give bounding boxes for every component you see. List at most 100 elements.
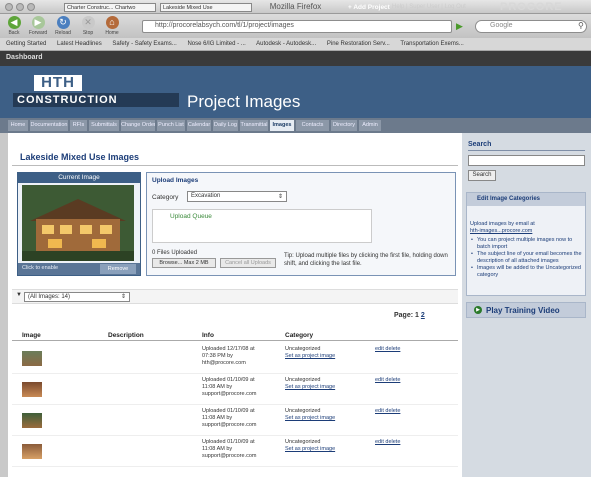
category-value: Uncategorized (285, 439, 321, 445)
divider (468, 150, 585, 151)
help-bullet: The subject line of your email becomes t… (470, 251, 582, 265)
upload-email-link[interactable]: hth-images...procore.com (470, 228, 582, 235)
reload-icon: ↻ (56, 16, 70, 29)
row-actions[interactable]: edit delete (375, 408, 400, 414)
current-image-caption[interactable]: Click to enable (22, 265, 58, 271)
reload-button[interactable]: ↻ Reload (52, 16, 74, 36)
home-icon: ⌂ (105, 16, 119, 29)
upload-tip: Tip: Upload multiple files by clicking t… (284, 253, 448, 267)
sidebar-search-input[interactable] (468, 155, 585, 166)
set-project-image-link[interactable]: Set as project image (285, 384, 365, 391)
info-line: support@procore.com (202, 422, 257, 428)
row-actions[interactable]: edit delete (375, 346, 400, 352)
table-header (12, 330, 458, 341)
image-category: Uncategorized Set as project image (285, 439, 365, 453)
search-button[interactable]: Search (468, 170, 496, 181)
tab-submittals[interactable]: Submittals (89, 120, 119, 131)
row-actions[interactable]: edit delete (375, 439, 400, 445)
forward-button[interactable]: ▶ Forward (27, 16, 49, 36)
info-line: Uploaded 01/10/09 at (202, 377, 255, 383)
image-category: Uncategorized Set as project image (285, 377, 365, 391)
info-line: 07:38 PM by (202, 353, 233, 359)
page-link[interactable]: 2 (421, 312, 425, 319)
upload-title: Upload Images (152, 177, 199, 184)
tab-home[interactable]: Home (8, 120, 28, 131)
image-category: Uncategorized Set as project image (285, 346, 365, 360)
magnifier-icon[interactable]: ⚲ (578, 21, 584, 30)
bookmark-item[interactable]: Safety - Safety Exams... (112, 41, 176, 47)
category-label: Category (152, 194, 179, 201)
divider (12, 165, 458, 166)
column-header: Image (22, 332, 41, 339)
image-info: Uploaded 12/17/08 at 07:38 PM by hth@proco… (202, 346, 284, 367)
edit-categories-link[interactable]: Edit Image Categories (467, 193, 585, 206)
category-select[interactable]: Excavation ⇕ (187, 191, 287, 202)
info-line: Uploaded 01/10/09 at (202, 439, 255, 445)
chevron-down-icon: ⇕ (277, 194, 283, 200)
browse-button[interactable]: Browse... Max 2 MB (152, 258, 216, 268)
image-filter-select[interactable]: (All Images: 14) ⇕ (24, 292, 130, 302)
tab-transmittal[interactable]: Transmittal (240, 120, 268, 131)
go-icon[interactable]: ▶ (456, 21, 463, 32)
house-photo-icon (22, 185, 134, 261)
search-title: Search (468, 141, 492, 148)
image-thumbnail[interactable] (22, 444, 42, 459)
page-current: 1 (415, 312, 419, 319)
stop-button[interactable]: ✕ Stop (77, 16, 99, 36)
help-bullet: You can project multiple images now to b… (470, 237, 582, 251)
set-project-image-link[interactable]: Set as project image (285, 446, 365, 453)
set-project-image-link[interactable]: Set as project image (285, 415, 365, 422)
set-project-image-link[interactable]: Set as project image (285, 353, 365, 360)
image-thumbnail[interactable] (22, 413, 42, 428)
tab-punch-list[interactable]: Punch List (157, 120, 185, 131)
back-button[interactable]: ◀ Back (3, 16, 25, 36)
bookmark-item[interactable]: Transportation Exems... (400, 41, 463, 47)
browser-search-input[interactable]: Google (475, 20, 587, 33)
tab-rfis[interactable]: RFIs (70, 120, 87, 131)
tab-contacts[interactable]: Contacts (296, 120, 329, 131)
project-select[interactable]: Lakeside Mixed Use (160, 3, 252, 12)
image-thumbnail[interactable] (22, 351, 42, 366)
image-info: Uploaded 01/10/09 at 11:08 AM by support@p… (202, 377, 284, 398)
bookmark-item[interactable]: Pine Restoration Serv... (327, 41, 390, 47)
tab-directory[interactable]: Directory (331, 120, 357, 131)
tab-daily-log[interactable]: Daily Log (213, 120, 238, 131)
add-project-link[interactable]: + Add Project (348, 4, 390, 11)
info-line: 11:08 AM by (202, 384, 233, 390)
current-image-photo[interactable] (22, 185, 134, 261)
category-value: Uncategorized (285, 408, 321, 414)
tab-calendar[interactable]: Calendar (187, 120, 211, 131)
tab-documentation[interactable]: Documentation (30, 120, 68, 131)
tab-change-orders[interactable]: Change Orders (121, 120, 155, 131)
home-button[interactable]: ⌂ Home (101, 16, 123, 36)
app-topbar: Dashboard (0, 51, 591, 66)
categories-help: Upload images by email at hth-images...p… (470, 221, 582, 279)
bookmark-item[interactable]: Latest Headlines (57, 41, 102, 47)
dashboard-link[interactable]: Dashboard (6, 54, 43, 61)
pager: Page: 1 2 (394, 312, 425, 319)
page-title: Lakeside Mixed Use Images (20, 152, 140, 162)
account-links[interactable]: Help | Super User | Log Out (392, 4, 466, 10)
chevron-down-icon: ⇕ (120, 294, 126, 300)
image-info: Uploaded 01/10/09 at 11:08 AM by support@p… (202, 408, 284, 429)
training-video-label[interactable]: Play Training Video (486, 306, 560, 315)
info-line: Uploaded 01/10/09 at (202, 408, 255, 414)
tab-images[interactable]: Images (270, 120, 294, 131)
remove-image-button[interactable]: Remove (100, 264, 136, 274)
bookmark-item[interactable]: Getting Started (6, 41, 46, 47)
url-bar[interactable]: http://procorelabsych.com/tl/1/project/i… (142, 20, 452, 33)
column-header: Category (285, 332, 314, 339)
bookmark-item[interactable]: Autodesk - Autodesk... (256, 41, 316, 47)
upload-queue-title: Upload Queue (170, 213, 212, 220)
company-select[interactable]: Charter Construc... Chartwo (64, 3, 156, 12)
image-info: Uploaded 01/10/09 at 11:08 AM by support@p… (202, 439, 284, 460)
bookmark-item[interactable]: Nose 6/IG Limited - ... (187, 41, 245, 47)
procore-logo: PROCORE (500, 1, 563, 13)
filter-arrow-icon: ▼ (16, 292, 22, 298)
play-icon: ▶ (474, 306, 482, 314)
image-thumbnail[interactable] (22, 382, 42, 397)
info-line: support@procore.com (202, 391, 257, 397)
cancel-uploads-button[interactable]: Cancel all Uploads (220, 258, 276, 268)
row-actions[interactable]: edit delete (375, 377, 400, 383)
tab-admin[interactable]: Admin (359, 120, 381, 131)
